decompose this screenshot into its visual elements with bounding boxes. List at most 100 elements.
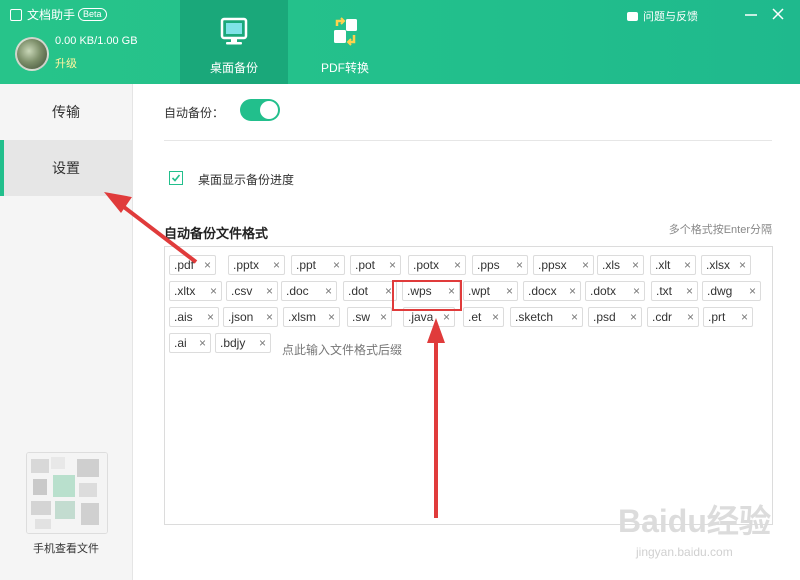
format-tag[interactable]: .xlt × (650, 255, 696, 275)
format-tag[interactable]: .pdf × (169, 255, 216, 275)
feedback-link[interactable]: 问题与反馈 (627, 8, 698, 24)
remove-tag-icon[interactable]: × (582, 256, 589, 274)
format-tag[interactable]: .sw × (347, 307, 392, 327)
app-logo-icon (10, 8, 22, 21)
minimize-icon[interactable] (743, 6, 759, 22)
remove-tag-icon[interactable]: × (492, 308, 499, 326)
tab-desktop-backup[interactable]: 桌面备份 (180, 0, 288, 84)
remove-tag-icon[interactable]: × (325, 282, 332, 300)
remove-tag-icon[interactable]: × (571, 308, 578, 326)
format-tag-label: .ppt (296, 258, 317, 272)
remove-tag-icon[interactable]: × (199, 334, 206, 352)
remove-tag-icon[interactable]: × (684, 256, 691, 274)
format-tag-label: .pps (477, 258, 500, 272)
remove-tag-icon[interactable]: × (454, 256, 461, 274)
remove-tag-icon[interactable]: × (633, 282, 640, 300)
format-tag[interactable]: .dwg × (702, 281, 761, 301)
upgrade-link[interactable]: 升级 (55, 55, 77, 71)
format-tag[interactable]: .prt × (703, 307, 753, 327)
format-tag-label: .et (468, 310, 482, 324)
remove-tag-icon[interactable]: × (204, 256, 211, 274)
remove-tag-icon[interactable]: × (389, 256, 396, 274)
format-tag[interactable]: .xlsm × (283, 307, 340, 327)
format-tag[interactable]: .pptx × (228, 255, 285, 275)
avatar[interactable] (15, 37, 49, 71)
remove-tag-icon[interactable]: × (380, 308, 387, 326)
monitor-icon (220, 17, 248, 45)
auto-backup-toggle[interactable] (240, 99, 280, 121)
remove-tag-icon[interactable]: × (686, 282, 693, 300)
format-tag-label: .doc (286, 284, 309, 298)
format-tag[interactable]: .xls × (597, 255, 644, 275)
format-tag[interactable]: .wpt × (463, 281, 518, 301)
format-tag[interactable]: .csv × (226, 281, 278, 301)
format-tag[interactable]: .ai × (169, 333, 211, 353)
remove-tag-icon[interactable]: × (749, 282, 756, 300)
format-tag-label: .xls (602, 258, 620, 272)
format-tag[interactable]: .ppsx × (533, 255, 594, 275)
remove-tag-icon[interactable]: × (739, 256, 746, 274)
format-tag-label: .ai (174, 336, 187, 350)
format-tag-label: .csv (231, 284, 253, 298)
sidebar-item-settings[interactable]: 设置 (0, 140, 132, 196)
format-tag[interactable]: .et × (463, 307, 504, 327)
format-tag[interactable]: .bdjy × (215, 333, 271, 353)
format-tag[interactable]: .dot × (343, 281, 397, 301)
remove-tag-icon[interactable]: × (266, 308, 273, 326)
close-icon[interactable] (770, 6, 786, 22)
format-tag[interactable]: .doc × (281, 281, 337, 301)
format-tag-label: .sw (352, 310, 370, 324)
remove-tag-icon[interactable]: × (207, 308, 214, 326)
format-tag-label: .bdjy (220, 336, 246, 350)
formats-hint: 多个格式按Enter分隔 (668, 224, 772, 236)
remove-tag-icon[interactable]: × (273, 256, 280, 274)
tab-desktop-backup-label: 桌面备份 (209, 61, 258, 75)
remove-tag-icon[interactable]: × (266, 282, 273, 300)
format-tag[interactable]: .json × (223, 307, 278, 327)
remove-tag-icon[interactable]: × (741, 308, 748, 326)
remove-tag-icon[interactable]: × (259, 334, 266, 352)
remove-tag-icon[interactable]: × (506, 282, 513, 300)
remove-tag-icon[interactable]: × (632, 256, 639, 274)
remove-tag-icon[interactable]: × (516, 256, 523, 274)
format-tag[interactable]: .potx × (408, 255, 466, 275)
format-tag[interactable]: .xlsx × (701, 255, 751, 275)
remove-tag-icon[interactable]: × (630, 308, 637, 326)
beta-badge: Beta (78, 8, 107, 21)
format-tag[interactable]: .pot × (350, 255, 401, 275)
phone-qr-thumbnail[interactable] (26, 452, 108, 534)
format-tag[interactable]: .dotx × (585, 281, 645, 301)
format-tag-label: .pptx (233, 258, 260, 272)
format-tag[interactable]: .psd × (588, 307, 642, 327)
remove-tag-icon[interactable]: × (385, 282, 392, 300)
format-tag[interactable]: .pps × (472, 255, 528, 275)
remove-tag-icon[interactable]: × (328, 308, 335, 326)
format-tag[interactable]: .sketch × (510, 307, 583, 327)
format-tag-label: .pdf (174, 258, 195, 272)
feedback-label: 问题与反馈 (643, 11, 698, 23)
remove-tag-icon[interactable]: × (569, 282, 576, 300)
format-input[interactable]: 点此输入文件格式后缀 (282, 340, 402, 360)
baidu-watermark: Baidu经验 jingyan.baidu.com (618, 503, 771, 559)
format-tag-label: .ais (174, 310, 193, 324)
format-tag[interactable]: .txt × (651, 281, 698, 301)
storage-usage: 0.00 KB/1.00 GB (55, 35, 138, 47)
format-tag[interactable]: .docx × (523, 281, 581, 301)
format-tag-box[interactable]: 点此输入文件格式后缀 .pdf × .pptx × .ppt × .pot × .potx × .p… (164, 246, 773, 525)
remove-tag-icon[interactable]: × (210, 282, 217, 300)
format-tag[interactable]: .xltx × (169, 281, 222, 301)
divider (164, 140, 772, 141)
format-tag-label: .dwg (707, 284, 733, 298)
format-tag[interactable]: .cdr × (647, 307, 699, 327)
tab-pdf-convert[interactable]: PDF转换 (291, 0, 399, 84)
format-tag[interactable]: .ppt × (291, 255, 345, 275)
formats-title: 自动备份文件格式 (164, 226, 269, 241)
format-tag-label: .xltx (174, 284, 196, 298)
format-tag-label: .psd (593, 310, 616, 324)
show-progress-checkbox[interactable] (169, 171, 183, 185)
sidebar-item-transfer[interactable]: 传输 (0, 84, 132, 140)
remove-tag-icon[interactable]: × (333, 256, 340, 274)
remove-tag-icon[interactable]: × (687, 308, 694, 326)
format-tag[interactable]: .ais × (169, 307, 219, 327)
title-bar: 文档助手 Beta 0.00 KB/1.00 GB 升级 桌面备份 PDF转换 … (0, 0, 800, 84)
